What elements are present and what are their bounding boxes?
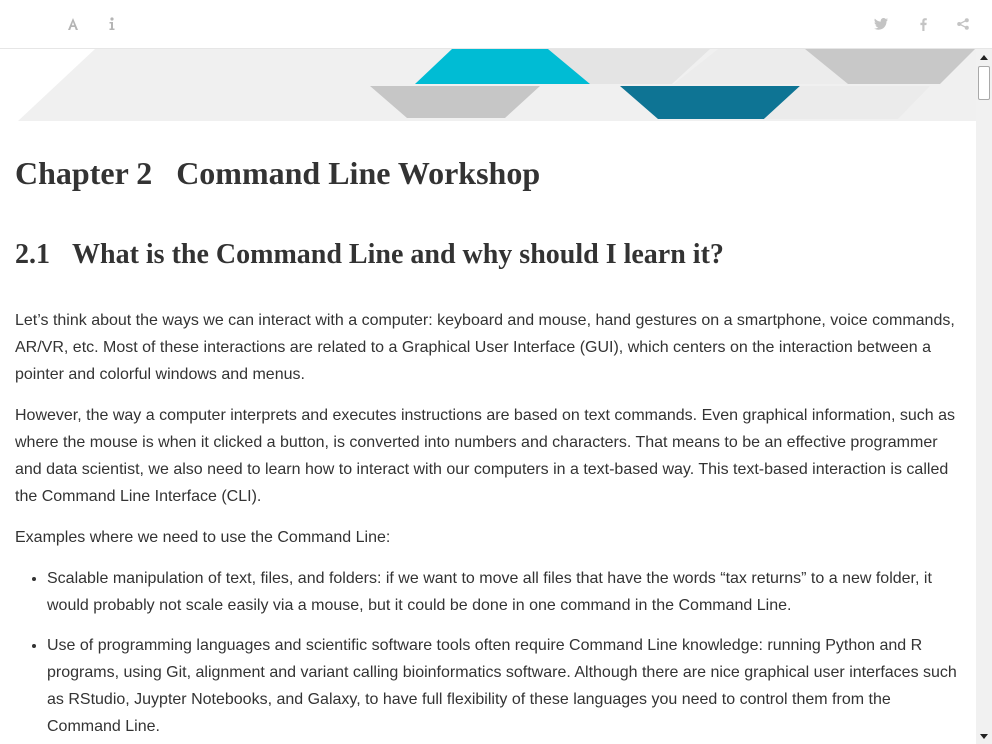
section-name: What is the Command Line and why should … [72,239,724,270]
chapter-title: Chapter 2 Command Line Workshop [15,155,540,192]
list-item: Use of programming languages and scienti… [47,632,965,740]
paragraph: Examples where we need to use the Comman… [15,529,391,546]
book-content: Chapter 2 Command Line Workshop 2.1 What i… [0,49,976,744]
section-title: 2.1 What is the Command Line and why shou… [15,239,724,271]
examples-list: Scalable manipulation of text, files, an… [15,565,965,740]
font-settings-icon[interactable] [61,12,85,36]
section-body: Let’s think about the ways we can intera… [15,307,965,744]
book-toolbar [0,0,992,49]
twitter-icon[interactable] [869,12,893,36]
paragraph: Let’s think about the ways we can intera… [15,312,955,383]
facebook-icon[interactable] [911,12,935,36]
list-item: Scalable manipulation of text, files, an… [47,565,965,619]
share-icon[interactable] [951,12,975,36]
vertical-scrollbar[interactable] [976,49,992,744]
scrollbar-thumb[interactable] [978,66,990,100]
scroll-down-arrow-icon[interactable] [976,728,992,744]
info-icon[interactable] [100,12,124,36]
section-number: 2.1 [15,239,50,270]
chapter-banner [18,49,976,121]
chapter-name: Command Line Workshop [176,155,541,191]
chapter-number: Chapter 2 [15,155,153,191]
paragraph: However, the way a computer interprets a… [15,407,956,505]
scroll-up-arrow-icon[interactable] [976,49,992,65]
